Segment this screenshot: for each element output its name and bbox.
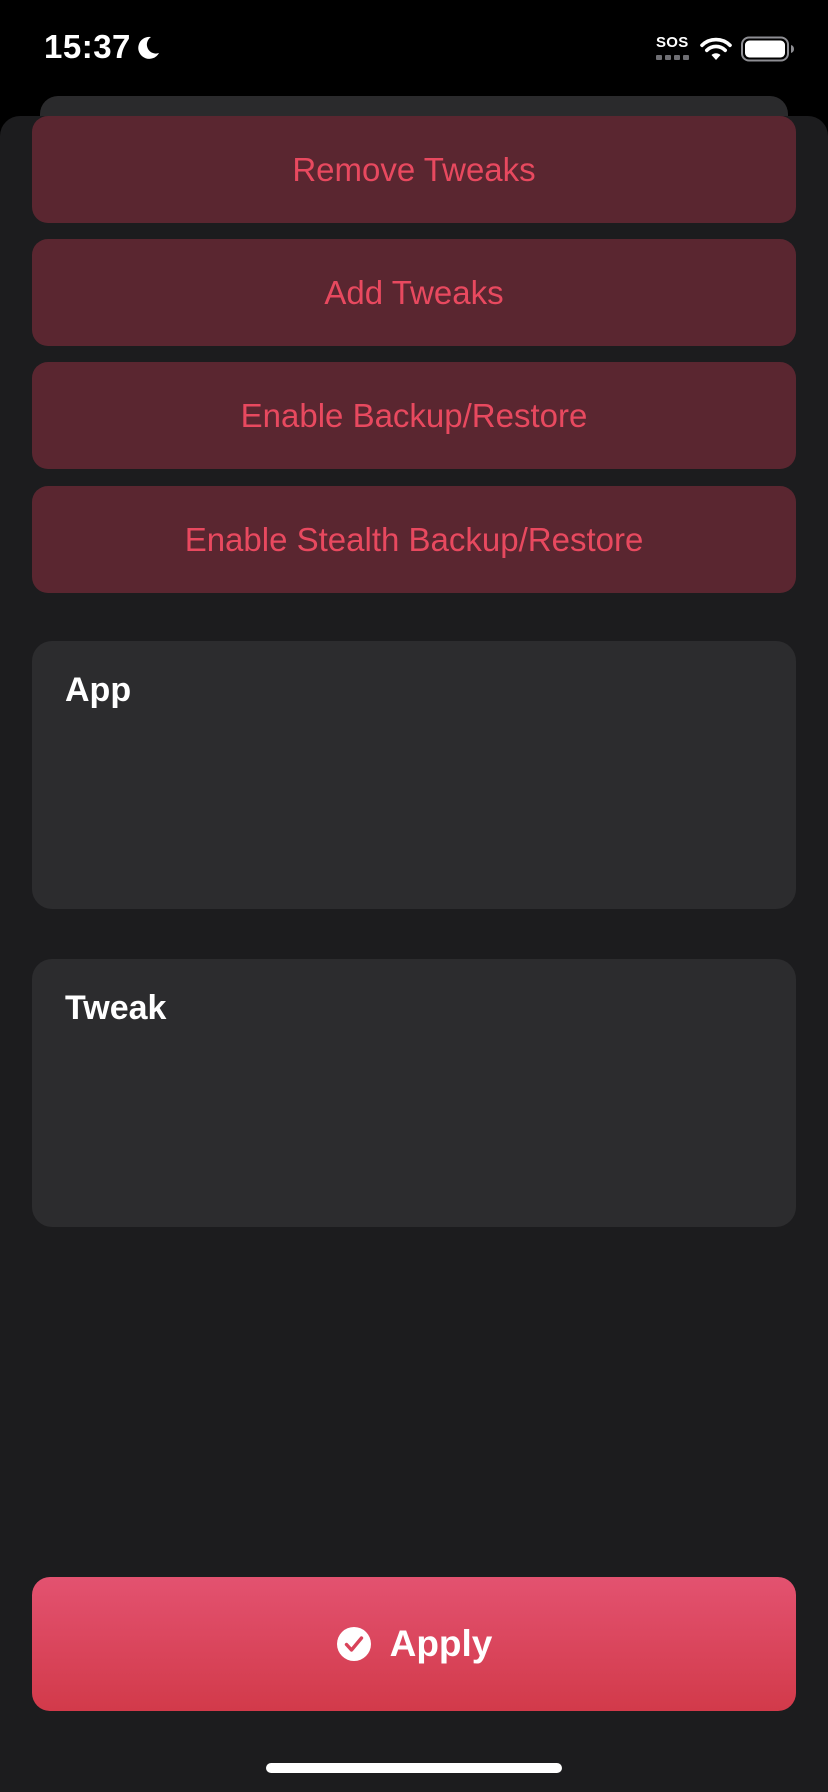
- battery-icon: [741, 36, 795, 62]
- status-bar: 15:37 SOS: [0, 0, 828, 98]
- apply-label: Apply: [389, 1623, 493, 1664]
- enable-backup-restore-button[interactable]: Enable Backup/Restore: [32, 362, 796, 469]
- remove-tweaks-button[interactable]: Remove Tweaks: [32, 116, 796, 223]
- app-picker-card[interactable]: App: [32, 641, 796, 909]
- home-indicator[interactable]: [266, 1763, 562, 1773]
- tweak-picker-label: Tweak: [65, 989, 167, 1027]
- wifi-icon: [699, 36, 733, 62]
- status-time: 15:37: [44, 28, 131, 65]
- app-picker-label: App: [65, 671, 132, 709]
- checkmark-circle-icon: [336, 1626, 372, 1662]
- sos-label: SOS: [656, 34, 689, 51]
- sos-indicator: SOS: [656, 34, 690, 64]
- apply-button[interactable]: Apply: [32, 1577, 796, 1711]
- tweak-picker-card[interactable]: Tweak: [32, 959, 796, 1227]
- moon-icon: [134, 34, 162, 62]
- add-tweaks-button[interactable]: Add Tweaks: [32, 239, 796, 346]
- signal-dots: [656, 55, 689, 60]
- enable-stealth-backup-restore-button[interactable]: Enable Stealth Backup/Restore: [32, 486, 796, 593]
